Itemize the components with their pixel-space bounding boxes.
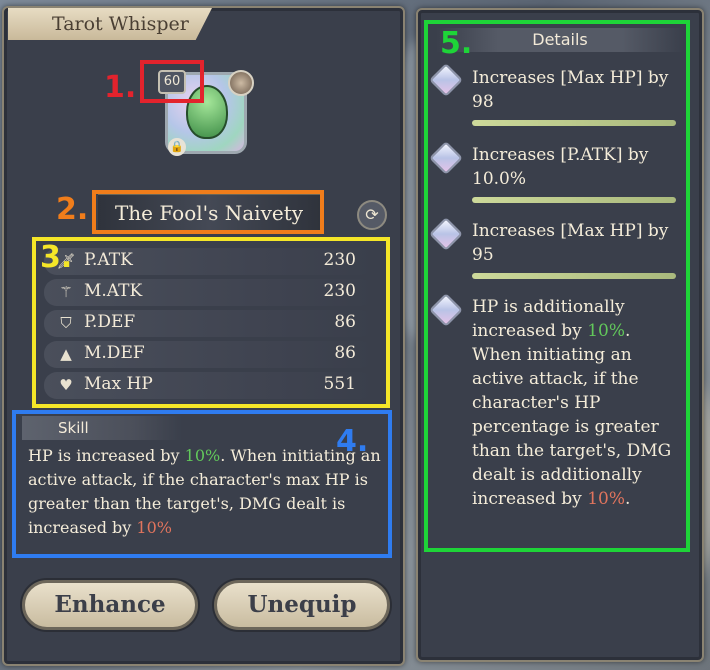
detail-divider xyxy=(472,120,676,126)
skill-text-part: HP is increased by xyxy=(28,446,185,465)
stat-row-patk: 🗡 P.ATK 230 xyxy=(44,248,374,275)
skill-value: 10% xyxy=(136,518,172,537)
annotation-1: 1. xyxy=(104,70,137,105)
stat-label: P.DEF xyxy=(84,312,136,332)
stat-value: 86 xyxy=(334,312,356,332)
stat-value: 551 xyxy=(323,374,356,394)
annotation-3: 3. xyxy=(40,240,73,275)
stat-label: M.DEF xyxy=(84,343,145,363)
refresh-icon[interactable]: ⟳ xyxy=(357,200,387,230)
annotation-2: 2. xyxy=(56,192,89,227)
stat-row-pdef: ⛉ P.DEF 86 xyxy=(44,310,374,337)
lock-small-icon: 🔒 xyxy=(168,138,186,156)
stat-row-matk: ⚚ M.ATK 230 xyxy=(44,279,374,306)
stat-row-mdef: ▲ M.DEF 86 xyxy=(44,341,374,368)
detail-divider xyxy=(472,197,676,203)
stat-row-maxhp: ♥ Max HP 551 xyxy=(44,372,374,399)
skill-value: 10% xyxy=(184,446,221,465)
heart-icon: ♥ xyxy=(59,376,73,394)
equipped-character-avatar[interactable] xyxy=(228,70,254,96)
hat-icon: ▲ xyxy=(60,345,72,363)
leaf-icon xyxy=(186,85,228,139)
staff-icon: ⚚ xyxy=(59,283,73,301)
stat-value: 230 xyxy=(323,281,356,301)
unequip-button[interactable]: Unequip xyxy=(214,580,390,630)
annotation-5: 5. xyxy=(440,26,473,61)
level-badge: 60 xyxy=(158,70,186,94)
stat-label: P.ATK xyxy=(84,250,133,270)
stat-value: 230 xyxy=(323,250,356,270)
details-title: Details xyxy=(436,28,684,52)
skill-description: HP is increased by 10%. When initiating … xyxy=(28,444,388,554)
detail-text-part: . When initiating an active attack, if t… xyxy=(472,321,672,509)
stat-label: Max HP xyxy=(84,374,153,394)
detail-special-effect: HP is additionally increased by 10%. Whe… xyxy=(472,295,682,511)
detail-value: 10% xyxy=(587,321,625,341)
stat-value: 86 xyxy=(334,343,356,363)
detail-entry: Increases [P.ATK] by 10.0% xyxy=(472,145,649,189)
enhance-button[interactable]: Enhance xyxy=(22,580,198,630)
annotation-4: 4. xyxy=(336,424,369,459)
detail-value: 10% xyxy=(587,489,625,509)
shield-icon: ⛉ xyxy=(60,314,72,332)
skill-title: Skill xyxy=(22,416,182,440)
detail-divider xyxy=(472,273,676,279)
detail-entry: Increases [Max HP] by 95 xyxy=(472,221,669,265)
item-name: The Fool's Naivety xyxy=(98,194,320,232)
detail-text-part: . xyxy=(625,489,631,509)
detail-entry: Increases [Max HP] by 98 xyxy=(472,68,669,112)
stat-label: M.ATK xyxy=(84,281,143,301)
panel-title: Tarot Whisper xyxy=(8,8,212,40)
